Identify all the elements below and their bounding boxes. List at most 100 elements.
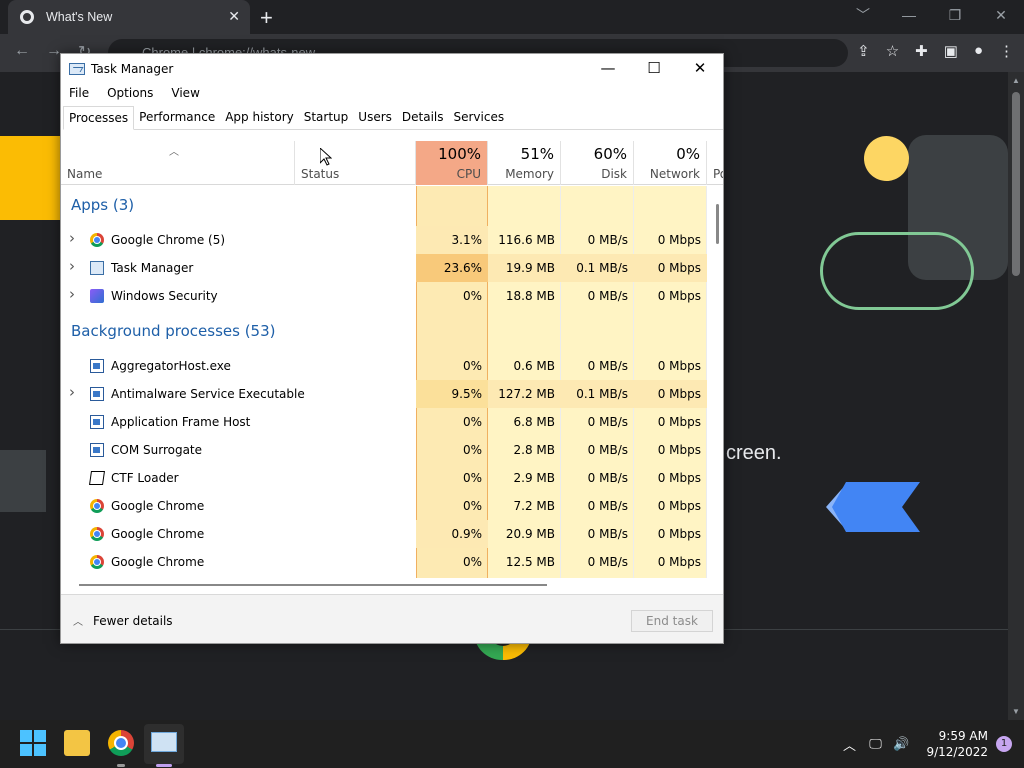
ctf-loader-icon bbox=[89, 471, 105, 485]
windows-logo-icon bbox=[20, 730, 32, 742]
scroll-down-icon[interactable]: ▼ bbox=[1012, 707, 1020, 716]
process-row[interactable]: › Windows Security 0% 18.8 MB 0 MB/s 0 Mbps bbox=[61, 282, 707, 310]
menu-file[interactable]: File bbox=[67, 86, 91, 100]
tab-app-history[interactable]: App history bbox=[220, 106, 299, 130]
process-row[interactable]: › Google Chrome (5) 3.1% 116.6 MB 0 MB/s 0 Mb… bbox=[61, 226, 707, 254]
menu-options[interactable]: Options bbox=[105, 86, 155, 100]
disk-value: 0 MB/s bbox=[587, 415, 628, 429]
cpu-value: 0.9% bbox=[416, 520, 488, 548]
column-percent: 0% bbox=[676, 145, 700, 163]
start-button[interactable] bbox=[20, 730, 46, 756]
extensions-icon[interactable]: ✚ bbox=[915, 42, 928, 60]
end-task-button[interactable]: End task bbox=[631, 610, 713, 632]
column-header-row: ︿ Name Status 100% CPU 51% Memory 60% Di… bbox=[61, 141, 723, 185]
chevron-up-icon[interactable]: ︿ bbox=[836, 735, 862, 754]
process-row[interactable]: Application Frame Host 0% 6.8 MB 0 MB/s 0 Mb… bbox=[61, 408, 707, 436]
expand-chevron-icon[interactable]: › bbox=[69, 383, 75, 401]
process-row[interactable]: COM Surrogate 0% 2.8 MB 0 MB/s 0 Mbps bbox=[61, 436, 707, 464]
minimize-button[interactable]: — bbox=[585, 54, 631, 84]
windows-logo-icon bbox=[20, 744, 32, 756]
memory-value: 0.6 MB bbox=[513, 359, 555, 373]
share-icon[interactable]: ⇪ bbox=[857, 42, 870, 60]
scrollbar-thumb[interactable] bbox=[79, 584, 547, 586]
tab-performance[interactable]: Performance bbox=[134, 106, 220, 130]
fewer-details-button[interactable]: ︿ Fewer details bbox=[73, 613, 173, 629]
chrome-taskbar-icon[interactable] bbox=[108, 730, 134, 756]
process-row[interactable]: Google Chrome 0.9% 20.9 MB 0 MB/s 0 Mbps bbox=[61, 520, 707, 548]
task-manager-window: Task Manager — ☐ ✕ File Options View Pro… bbox=[60, 53, 724, 644]
process-row[interactable]: › Antimalware Service Executable 9.5% 127.2… bbox=[61, 380, 707, 408]
clock-time: 9:59 AM bbox=[938, 729, 988, 743]
browser-restore-button[interactable]: ❐ bbox=[932, 0, 978, 34]
cpu-value: 0% bbox=[462, 443, 482, 457]
decorative-shape bbox=[0, 450, 46, 512]
column-label: Po bbox=[713, 167, 723, 181]
sort-ascending-icon: ︿ bbox=[169, 147, 179, 158]
process-row[interactable]: CTF Loader 0% 2.9 MB 0 MB/s 0 Mbps bbox=[61, 464, 707, 492]
task-manager-icon bbox=[69, 63, 85, 75]
back-icon[interactable]: ← bbox=[14, 42, 30, 60]
close-button[interactable]: ✕ bbox=[677, 54, 723, 84]
maximize-button[interactable]: ☐ bbox=[631, 54, 677, 84]
new-tab-button[interactable]: + bbox=[260, 5, 273, 31]
column-header-memory[interactable]: 51% Memory bbox=[488, 141, 561, 185]
scrollbar-thumb[interactable] bbox=[1012, 92, 1020, 276]
memory-value: 2.9 MB bbox=[513, 471, 555, 485]
tab-services[interactable]: Services bbox=[449, 106, 510, 130]
column-header-name[interactable]: ︿ Name bbox=[61, 141, 295, 185]
expand-chevron-icon[interactable]: › bbox=[69, 229, 75, 247]
clock[interactable]: 9:59 AM 9/12/2022 bbox=[926, 728, 988, 760]
process-name: Google Chrome (5) bbox=[111, 233, 226, 247]
menu-view[interactable]: View bbox=[169, 86, 201, 100]
browser-close-button[interactable]: ✕ bbox=[978, 0, 1024, 34]
notification-badge[interactable]: 1 bbox=[996, 736, 1012, 752]
process-row[interactable]: Google Chrome 0% 7.2 MB 0 MB/s 0 Mbps bbox=[61, 492, 707, 520]
scroll-up-icon[interactable]: ▲ bbox=[1012, 76, 1020, 85]
process-name: Application Frame Host bbox=[111, 415, 251, 429]
volume-icon[interactable]: 🔊 bbox=[888, 737, 914, 752]
column-header-power[interactable]: Po bbox=[707, 141, 723, 185]
running-indicator bbox=[117, 764, 125, 767]
process-list-scrollbar[interactable] bbox=[715, 186, 723, 578]
chrome-icon bbox=[90, 555, 104, 569]
column-header-network[interactable]: 0% Network bbox=[634, 141, 707, 185]
column-header-cpu[interactable]: 100% CPU bbox=[416, 141, 488, 185]
column-header-disk[interactable]: 60% Disk bbox=[561, 141, 634, 185]
disk-value: 0 MB/s bbox=[587, 443, 628, 457]
scrollbar-thumb[interactable] bbox=[716, 204, 719, 244]
side-panel-icon[interactable]: ▣ bbox=[944, 42, 958, 60]
file-explorer-icon[interactable] bbox=[64, 730, 90, 756]
footer: ︿ Fewer details End task bbox=[61, 594, 723, 643]
browser-tab[interactable]: What's New ✕ bbox=[8, 0, 250, 34]
expand-chevron-icon[interactable]: › bbox=[69, 257, 75, 275]
tab-users[interactable]: Users bbox=[353, 106, 397, 130]
page-scrollbar[interactable]: ▲ ▼ bbox=[1008, 72, 1024, 720]
bookmark-star-icon[interactable]: ☆ bbox=[886, 42, 899, 60]
cpu-value: 0% bbox=[462, 471, 482, 485]
tab-search-icon[interactable]: ﹀ bbox=[840, 0, 886, 34]
tab-processes[interactable]: Processes bbox=[63, 106, 135, 130]
disk-value: 0 MB/s bbox=[587, 499, 628, 513]
browser-minimize-button[interactable]: — bbox=[886, 0, 932, 34]
chrome-icon bbox=[90, 499, 104, 513]
process-name: CTF Loader bbox=[111, 471, 179, 485]
tab-details[interactable]: Details bbox=[397, 106, 449, 130]
network-icon[interactable]: 🖵 bbox=[862, 737, 888, 752]
horizontal-scrollbar[interactable] bbox=[61, 580, 723, 588]
profile-icon[interactable]: ● bbox=[974, 42, 983, 60]
expand-chevron-icon[interactable]: › bbox=[69, 285, 75, 303]
column-header-status[interactable]: Status bbox=[295, 141, 416, 185]
process-row[interactable]: › Task Manager 23.6% 19.9 MB 0.1 MB/s 0 Mbps bbox=[61, 254, 707, 282]
task-manager-titlebar[interactable]: Task Manager — ☐ ✕ bbox=[61, 54, 723, 84]
browser-tab-title: What's New bbox=[46, 10, 113, 24]
windows-logo-icon bbox=[34, 744, 46, 756]
process-row[interactable]: AggregatorHost.exe 0% 0.6 MB 0 MB/s 0 Mbps bbox=[61, 352, 707, 380]
chevron-up-icon: ︿ bbox=[73, 617, 83, 628]
task-manager-taskbar-button[interactable] bbox=[144, 724, 184, 764]
process-row[interactable]: Google Chrome 0% 12.5 MB 0 MB/s 0 Mbps bbox=[61, 548, 707, 576]
page-text: creen. bbox=[726, 442, 782, 464]
close-tab-icon[interactable]: ✕ bbox=[228, 8, 240, 25]
process-name: Google Chrome bbox=[111, 527, 205, 541]
menu-kebab-icon[interactable]: ⋮ bbox=[999, 42, 1014, 60]
tab-startup[interactable]: Startup bbox=[299, 106, 354, 130]
